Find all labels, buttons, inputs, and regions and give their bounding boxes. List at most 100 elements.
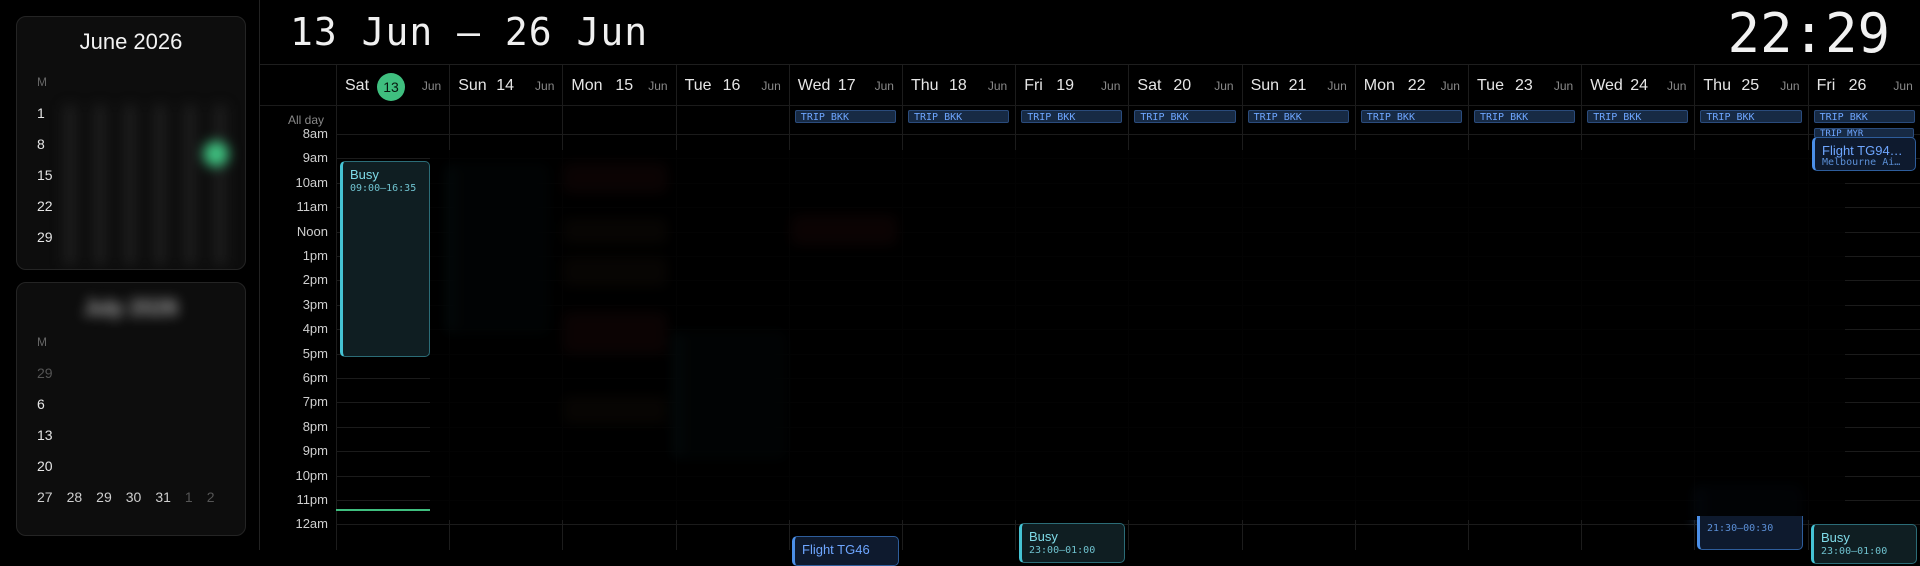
day-name: Wed [1590, 77, 1623, 94]
time-label: 5pm [302, 345, 328, 361]
day-month: Jun [1553, 79, 1574, 93]
day-cell[interactable]: 27 [37, 489, 53, 505]
time-label: 8pm [302, 418, 328, 434]
day-name: Tue [1477, 77, 1504, 94]
day-month: Jun [1780, 79, 1800, 93]
week-start-day[interactable]: 1 [37, 105, 45, 121]
day-date: 26 [1848, 77, 1867, 94]
day-date: 24 [1630, 77, 1648, 94]
day-header[interactable]: Tue 23 Jun [1468, 65, 1581, 105]
trip-event[interactable]: TRIP BKK [1360, 110, 1462, 123]
day-month: Jun [535, 79, 555, 93]
mini-calendar-june: June 2026 M 1 8 15 22 29 [16, 16, 246, 270]
day-header[interactable]: Thu 18 Jun [902, 65, 1015, 105]
week-start-day[interactable]: 8 [37, 136, 45, 152]
mini-calendar-title: July 2026 [83, 295, 179, 320]
day-date: 15 [615, 77, 634, 94]
day-name: Tue [684, 77, 712, 94]
day-cell[interactable]: 29 [96, 489, 112, 505]
week-start-day[interactable]: 29 [37, 365, 53, 381]
day-cell[interactable]: 1 [185, 489, 193, 505]
day-header[interactable]: Sat 20 Jun [1128, 65, 1241, 105]
day-date: 23 [1515, 77, 1533, 94]
day-name: Fri [1816, 77, 1836, 94]
event-busy-fri26[interactable]: Busy 23:00–01:00 [1811, 524, 1917, 564]
mini-calendar-grid-obscured [63, 105, 243, 265]
time-label: 3pm [302, 296, 328, 312]
day-name: Mon [571, 77, 603, 94]
trip-event[interactable]: TRIP BKK [1021, 110, 1123, 123]
day-date: 20 [1173, 77, 1192, 94]
week-start-day[interactable]: 6 [37, 396, 45, 412]
clock: 22:29 [1727, 2, 1890, 65]
week-start-day[interactable]: 29 [37, 229, 53, 245]
time-label: 10pm [295, 467, 328, 483]
day-header[interactable]: Sun 14 Jun [449, 65, 562, 105]
time-label: 6pm [302, 370, 328, 385]
trip-event[interactable]: TRIP BKK [1247, 110, 1349, 123]
hour-line [336, 524, 1920, 526]
event-flight-fri26[interactable]: Flight TG94… Melbourne Ai… [1812, 137, 1916, 171]
time-label: 4pm [302, 321, 328, 337]
day-month: Jun [1440, 79, 1460, 93]
calendar-header: 13 Jun – 26 Jun 22:29 [260, 0, 1920, 65]
day-cell[interactable]: 30 [126, 489, 142, 505]
trip-event[interactable]: TRIP BKK [1587, 110, 1689, 123]
trip-event[interactable]: TRIP BKK [794, 110, 896, 123]
day-name: Thu [911, 77, 939, 94]
day-header[interactable]: Wed 17 Jun [788, 65, 902, 105]
day-date: 17 [837, 77, 856, 94]
mini-calendar-title: June 2026 [79, 29, 183, 54]
week-start-day[interactable]: 20 [37, 458, 53, 474]
trip-event[interactable]: TRIP BKK [1700, 110, 1802, 123]
day-date: 19 [1056, 77, 1074, 94]
day-header[interactable]: Wed 24 Jun [1581, 65, 1694, 105]
day-header[interactable]: Sun 21 Jun [1241, 65, 1355, 105]
day-header[interactable]: Fri 26 Jun [1807, 65, 1920, 105]
time-label: 10am [295, 174, 328, 190]
day-header[interactable]: Fri 19 Jun [1015, 65, 1128, 105]
day-header[interactable]: Mon 15 Jun [562, 65, 675, 105]
event-title: Flight TG94… [1822, 143, 1903, 158]
header-divider [260, 105, 1920, 106]
day-cell[interactable]: 31 [155, 489, 171, 505]
event-flight-wed17[interactable]: Flight TG46 [792, 536, 899, 566]
day-header[interactable]: Thu 25 Jun [1694, 65, 1807, 105]
day-header[interactable]: Sat 13 Jun [336, 65, 449, 105]
trip-event[interactable]: TRIP BKK [1474, 110, 1576, 123]
day-header[interactable]: Mon 22 Jun [1354, 65, 1468, 105]
day-month: Jun [1101, 79, 1121, 93]
event-thu25[interactable]: 21:30–00:30 [1697, 516, 1803, 550]
time-label: 9pm [302, 443, 328, 459]
event-title: Busy [1821, 530, 1850, 545]
trip-event[interactable]: TRIP BKK [908, 110, 1010, 123]
trip-event[interactable]: TRIP BKK [1134, 110, 1236, 123]
time-label: 7pm [302, 394, 328, 410]
day-month: Jun [1667, 79, 1687, 93]
day-cell[interactable]: 2 [207, 489, 215, 505]
day-date: 14 [496, 77, 514, 94]
day-month: Jun [761, 79, 781, 93]
trip-event[interactable]: TRIP BKK [1813, 110, 1915, 123]
event-busy-fri19[interactable]: Busy 23:00–01:00 [1019, 523, 1125, 563]
allday-label: All day [288, 113, 325, 127]
event-title: Busy [1029, 529, 1058, 544]
event-busy-sat13[interactable]: Busy 09:00–16:35 [340, 161, 430, 357]
day-month: Jun [648, 79, 668, 93]
week-start-day[interactable]: 15 [37, 167, 53, 183]
time-label: 8am [302, 126, 328, 141]
sidebar: June 2026 M 1 8 15 22 29 July 2026 M 29 … [0, 0, 260, 550]
shaded-region [430, 150, 1845, 520]
weekday-initial: M [37, 335, 47, 349]
day-cell[interactable]: 28 [67, 489, 83, 505]
day-date: 21 [1288, 77, 1307, 94]
day-header[interactable]: Tue 16 Jun [675, 65, 789, 105]
day-date: 22 [1407, 77, 1426, 94]
week-start-day[interactable]: 22 [37, 198, 53, 214]
time-label: 12am [295, 516, 328, 532]
day-date: 18 [949, 77, 967, 94]
day-name: Sat [1137, 77, 1162, 94]
today-date-badge: 13 [377, 73, 405, 101]
week-start-day[interactable]: 13 [37, 427, 53, 443]
day-name: Sun [1250, 77, 1280, 94]
